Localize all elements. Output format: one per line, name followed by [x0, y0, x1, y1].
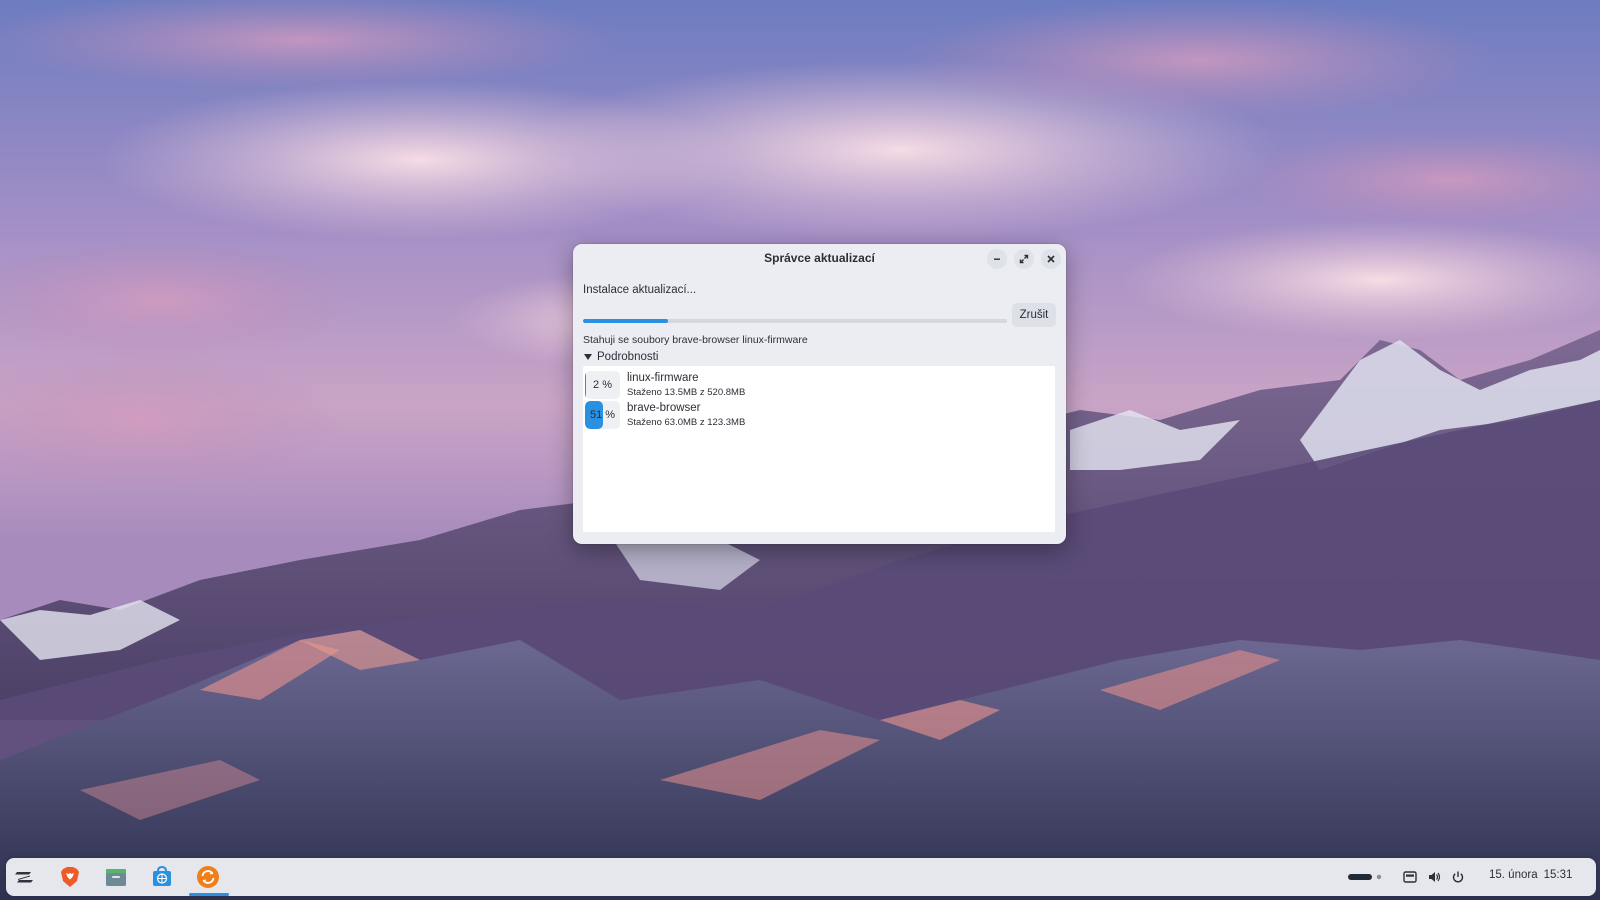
package-percent: 2 %: [593, 379, 612, 391]
expander-down-icon: [584, 354, 592, 360]
keyboard-layout-indicator[interactable]: [1400, 868, 1420, 886]
software-store-button[interactable]: [147, 862, 177, 892]
cancel-button[interactable]: Zrušit: [1012, 303, 1056, 327]
clock-date: 15. února: [1489, 869, 1538, 881]
power-menu[interactable]: [1448, 868, 1468, 886]
brave-browser-button[interactable]: [55, 862, 85, 892]
clock-time: 15:31: [1543, 869, 1573, 881]
zorin-menu-button[interactable]: [9, 862, 39, 892]
zorin-menu-icon: [15, 872, 33, 883]
files-icon: [106, 869, 126, 886]
update-manager-icon: [197, 866, 219, 888]
files-button[interactable]: [101, 862, 131, 892]
details-list: 2 % linux-firmware Staženo 13.5MB z 520.…: [583, 366, 1055, 532]
volume-icon: [1429, 872, 1441, 882]
overall-progress-bar: [583, 319, 1007, 323]
overall-progress-fill: [583, 319, 668, 323]
volume-control[interactable]: [1424, 868, 1444, 886]
taskbar: 15. února 15:31: [6, 858, 1596, 896]
brave-browser-icon: [61, 867, 79, 887]
package-download-detail: Staženo 13.5MB z 520.8MB: [627, 387, 746, 398]
list-item: 2 % linux-firmware Staženo 13.5MB z 520.…: [585, 369, 1045, 399]
minimize-button[interactable]: [987, 249, 1007, 269]
package-progress-indicator: 51 %: [585, 401, 620, 429]
package-percent: 51 %: [589, 409, 616, 421]
workspace-indicator-icon: [1348, 874, 1382, 880]
downloading-text: Stahuji se soubory brave-browser linux-f…: [583, 334, 808, 346]
details-label: Podrobnosti: [597, 351, 659, 363]
close-button[interactable]: [1041, 249, 1061, 269]
minimize-icon: [994, 258, 1000, 260]
maximize-icon: [1019, 254, 1029, 264]
titlebar[interactable]: Správce aktualizací: [573, 244, 1066, 274]
clock[interactable]: 15. února 15:31: [1489, 869, 1572, 881]
list-item: 51 % brave-browser Staženo 63.0MB z 123.…: [585, 399, 1045, 429]
install-status-text: Instalace aktualizací...: [583, 284, 697, 296]
active-app-indicator: [189, 893, 229, 896]
package-progress-indicator: 2 %: [585, 371, 620, 399]
details-expander[interactable]: Podrobnosti: [584, 351, 658, 363]
workspace-indicator[interactable]: [1346, 868, 1386, 886]
update-manager-window: Správce aktualizací Instalace aktualizac…: [573, 244, 1066, 544]
update-manager-button[interactable]: [193, 862, 223, 892]
maximize-button[interactable]: [1014, 249, 1034, 269]
power-icon: [1452, 871, 1464, 883]
close-icon: [1047, 255, 1055, 263]
package-download-detail: Staženo 63.0MB z 123.3MB: [627, 417, 746, 428]
package-name: brave-browser: [627, 402, 701, 414]
software-store-icon: [153, 865, 171, 886]
package-name: linux-firmware: [627, 372, 699, 384]
keyboard-icon: [1403, 871, 1417, 883]
